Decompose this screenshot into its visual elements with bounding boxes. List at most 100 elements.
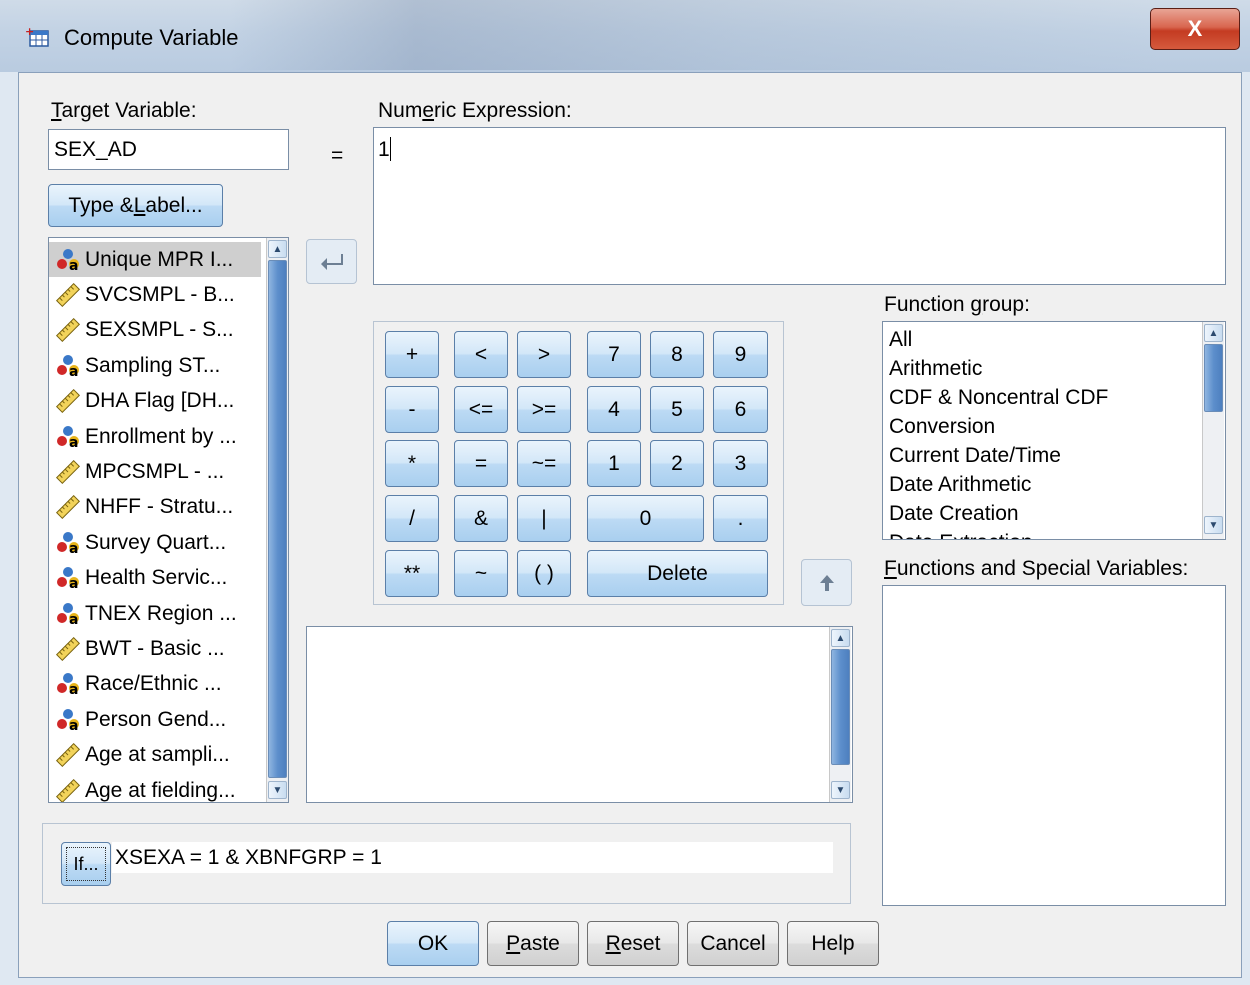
- scroll-down-arrow-icon[interactable]: ▼: [268, 781, 287, 799]
- ok-button[interactable]: OK: [387, 921, 479, 966]
- variable-list-scrollbar[interactable]: ▲ ▼: [266, 238, 288, 802]
- variable-list-item[interactable]: a Health Servic...: [49, 561, 261, 596]
- help-button[interactable]: Help: [787, 921, 879, 966]
- function-group-item[interactable]: Current Date/Time: [883, 441, 1195, 470]
- function-group-scrollbar[interactable]: ▲ ▼: [1202, 322, 1224, 539]
- svg-text:a: a: [69, 612, 78, 626]
- paste-button[interactable]: Paste: [487, 921, 579, 966]
- function-group-item[interactable]: Conversion: [883, 412, 1195, 441]
- keypad-k6-button[interactable]: 6: [713, 386, 768, 433]
- reset-button[interactable]: Reset: [587, 921, 679, 966]
- compute-variable-icon: +: [24, 24, 50, 48]
- variable-list-item[interactable]: NHFF - Stratu...: [49, 490, 261, 525]
- scroll-down-arrow-icon[interactable]: ▼: [831, 781, 850, 799]
- keypad-le-button[interactable]: <=: [454, 386, 508, 433]
- keypad-k9-button[interactable]: 9: [713, 331, 768, 378]
- keypad-times-button[interactable]: *: [385, 440, 439, 487]
- keypad-gt-button[interactable]: >: [517, 331, 571, 378]
- scroll-thumb[interactable]: [831, 649, 850, 765]
- keypad-label: |: [541, 506, 547, 530]
- keypad-k5-button[interactable]: 5: [650, 386, 704, 433]
- variable-list-item[interactable]: a Sampling ST...: [49, 348, 261, 383]
- insert-function-button[interactable]: [801, 559, 852, 606]
- keypad-k1-button[interactable]: 1: [587, 440, 641, 487]
- reset-underlined: R: [605, 931, 621, 955]
- function-group-item[interactable]: Date Extraction: [883, 528, 1195, 539]
- keypad-k8-button[interactable]: 8: [650, 331, 704, 378]
- keypad-minus-button[interactable]: -: [385, 386, 439, 433]
- keypad-pow-button[interactable]: **: [385, 550, 439, 597]
- scroll-thumb[interactable]: [268, 260, 287, 778]
- keypad-plus-button[interactable]: +: [385, 331, 439, 378]
- variable-list-item[interactable]: SEXSMPL - S...: [49, 313, 261, 348]
- description-scrollbar[interactable]: ▲ ▼: [829, 627, 851, 802]
- function-group-item[interactable]: All: [883, 325, 1195, 354]
- variable-list-item[interactable]: a Unique MPR I...: [49, 242, 261, 278]
- type-label-button[interactable]: Type & Label...: [48, 184, 223, 227]
- scroll-thumb[interactable]: [1204, 344, 1223, 412]
- cancel-button[interactable]: Cancel: [687, 921, 779, 966]
- close-button[interactable]: X: [1150, 8, 1240, 50]
- variable-list[interactable]: a Unique MPR I... SVCSMPL - B... SEXSMPL - …: [48, 237, 289, 803]
- ok-label: OK: [417, 931, 449, 955]
- keypad-k0-button[interactable]: 0: [587, 495, 704, 542]
- keypad-delete-button[interactable]: Delete: [587, 550, 768, 597]
- scale-variable-icon: [55, 283, 81, 308]
- keypad-k7-button[interactable]: 7: [587, 331, 641, 378]
- keypad-label: 3: [734, 451, 747, 475]
- keypad-eq-button[interactable]: =: [454, 440, 508, 487]
- keypad-k4-button[interactable]: 4: [587, 386, 641, 433]
- scale-variable-icon: [55, 460, 81, 485]
- keypad-k2-button[interactable]: 2: [650, 440, 704, 487]
- keypad-parens-button[interactable]: ( ): [517, 550, 571, 597]
- function-group-item[interactable]: Date Arithmetic: [883, 470, 1195, 499]
- keypad-label: 2: [671, 451, 683, 475]
- scroll-up-arrow-icon[interactable]: ▲: [1204, 324, 1223, 342]
- svg-text:a: a: [69, 576, 78, 590]
- variable-list-item[interactable]: BWT - Basic ...: [49, 631, 261, 666]
- keypad-dot-button[interactable]: .: [713, 495, 768, 542]
- variable-list-item[interactable]: Age at sampli...: [49, 737, 261, 772]
- move-to-expression-button[interactable]: [306, 239, 357, 284]
- target-variable-input[interactable]: SEX_AD: [48, 129, 289, 170]
- functions-special-list[interactable]: [882, 585, 1226, 906]
- function-description-box: ▲ ▼: [306, 626, 853, 803]
- nominal-variable-icon: a: [55, 602, 81, 628]
- variable-label: Health Servic...: [85, 566, 228, 590]
- keypad-not-button[interactable]: ~: [454, 550, 508, 597]
- function-group-item[interactable]: Date Creation: [883, 499, 1195, 528]
- variable-list-item[interactable]: MPCSMPL - ...: [49, 454, 261, 489]
- variable-list-item[interactable]: a Enrollment by ...: [49, 419, 261, 454]
- paste-underlined: P: [506, 931, 521, 955]
- function-group-list[interactable]: All Arithmetic CDF & Noncentral CDF Convers…: [882, 321, 1226, 540]
- keypad-and-button[interactable]: &: [454, 495, 508, 542]
- scale-variable-icon: [55, 743, 81, 768]
- keypad-label: 6: [734, 397, 747, 421]
- variable-list-item[interactable]: a Person Gend...: [49, 702, 261, 737]
- variable-list-item[interactable]: Age at fielding...: [49, 773, 261, 802]
- keypad-ne-button[interactable]: ~=: [517, 440, 571, 487]
- function-group-item[interactable]: CDF & Noncentral CDF: [883, 383, 1195, 412]
- scroll-up-arrow-icon[interactable]: ▲: [831, 629, 850, 647]
- keypad-k3-button[interactable]: 3: [713, 440, 768, 487]
- function-group-item[interactable]: Arithmetic: [883, 354, 1195, 383]
- keypad-ge-button[interactable]: >=: [517, 386, 571, 433]
- variable-list-item[interactable]: a Race/Ethnic ...: [49, 667, 261, 702]
- scroll-down-arrow-icon[interactable]: ▼: [1204, 516, 1223, 534]
- variable-list-item[interactable]: DHA Flag [DH...: [49, 384, 261, 419]
- keypad-label: .: [737, 506, 744, 530]
- variable-list-item[interactable]: a Survey Quart...: [49, 525, 261, 560]
- keypad-label: 4: [608, 397, 620, 421]
- if-button[interactable]: If...: [61, 842, 111, 886]
- scroll-up-arrow-icon[interactable]: ▲: [268, 240, 287, 258]
- variable-list-item[interactable]: a TNEX Region ...: [49, 596, 261, 631]
- variable-label: BWT - Basic ...: [85, 636, 225, 660]
- variable-label: Enrollment by ...: [85, 424, 237, 448]
- type-label-rest: abel...: [145, 193, 203, 217]
- variable-list-item[interactable]: SVCSMPL - B...: [49, 277, 261, 312]
- keypad-lt-button[interactable]: <: [454, 331, 508, 378]
- keypad-or-button[interactable]: |: [517, 495, 571, 542]
- keypad-div-button[interactable]: /: [385, 495, 439, 542]
- numeric-expression-input[interactable]: 1: [373, 127, 1226, 285]
- variable-label: SEXSMPL - S...: [85, 318, 234, 342]
